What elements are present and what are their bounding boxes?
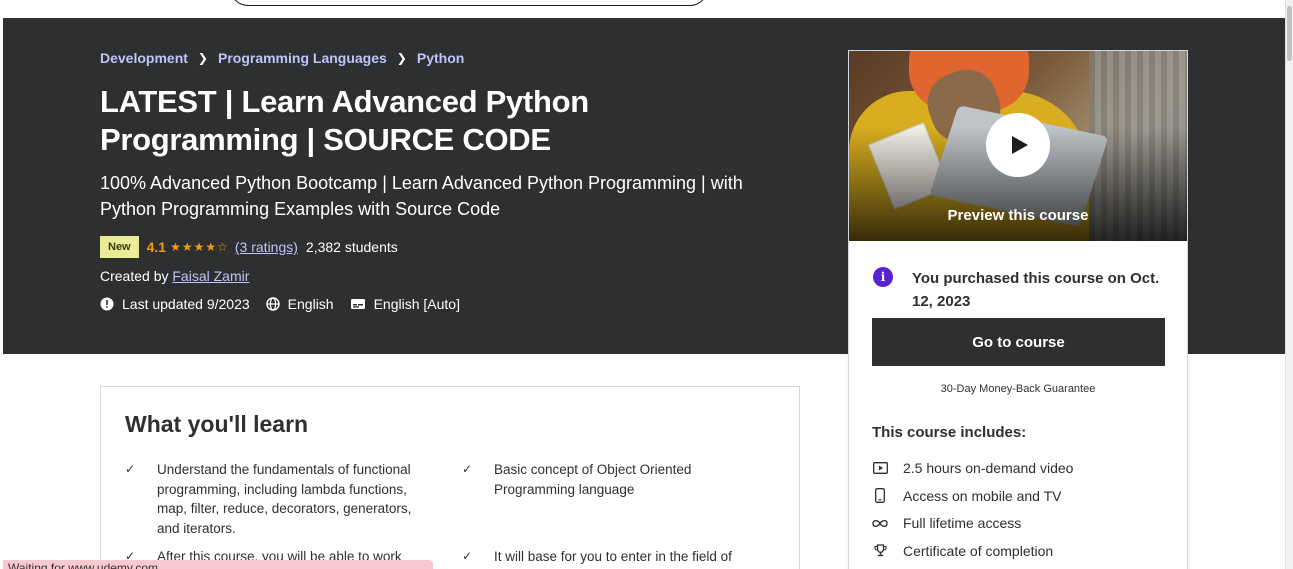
includes-item: Full lifetime access	[872, 509, 1073, 537]
learn-item: ✓ Understand the fundamentals of functio…	[125, 460, 435, 538]
last-updated: Last updated 9/2023	[100, 296, 250, 312]
purchased-notice: i You purchased this course on Oct. 12, …	[873, 267, 1163, 313]
author-link[interactable]: Faisal Zamir	[172, 268, 249, 284]
created-by: Created by Faisal Zamir	[100, 268, 249, 284]
learn-item-text: Basic concept of Object Oriented Program…	[494, 462, 692, 497]
purchased-text: You purchased this course on Oct. 12, 20…	[912, 270, 1160, 310]
scrollbar-thumb[interactable]	[1287, 6, 1292, 61]
star-rating-icon: ★★★★☆	[170, 240, 229, 254]
check-icon: ✓	[462, 462, 473, 476]
purchase-sidebar: Preview this course i You purchased this…	[848, 50, 1188, 569]
mobile-icon	[872, 488, 888, 503]
infinity-icon	[872, 519, 888, 528]
includes-list: 2.5 hours on-demand video Access on mobi…	[872, 454, 1073, 565]
course-page: Development ❯ Programming Languages ❯ Py…	[0, 0, 1293, 569]
chevron-right-icon: ❯	[197, 51, 208, 65]
includes-item-label: Full lifetime access	[903, 515, 1022, 532]
new-badge: New	[100, 236, 139, 258]
trophy-icon	[872, 544, 888, 557]
learn-title: What you'll learn	[125, 411, 309, 437]
course-subtitle: 100% Advanced Python Bootcamp | Learn Ad…	[100, 173, 743, 219]
includes-item-label: Access on mobile and TV	[903, 487, 1062, 504]
breadcrumb-python[interactable]: Python	[417, 50, 464, 66]
includes-item-label: Certificate of completion	[903, 542, 1054, 559]
includes-item: Access on mobile and TV	[872, 482, 1073, 510]
ratings-count-link[interactable]: (3 ratings)	[235, 239, 298, 255]
course-meta: Last updated 9/2023 English English [Aut…	[100, 296, 476, 312]
search-bar[interactable]	[230, 0, 708, 6]
captions-icon	[350, 299, 365, 309]
captions-text: English [Auto]	[373, 296, 460, 312]
go-to-course-button[interactable]: Go to course	[872, 318, 1165, 366]
browser-status-bar: Waiting for www.udemy.com...	[3, 560, 433, 569]
chevron-right-icon: ❯	[396, 51, 407, 65]
course-captions: English [Auto]	[350, 296, 460, 312]
created-by-label: Created by	[100, 268, 169, 284]
page-scrollbar[interactable]	[1285, 0, 1293, 569]
info-icon: i	[873, 267, 893, 287]
rating-value: 4.1	[146, 239, 167, 255]
rating-row: New 4.1 ★★★★☆ (3 ratings) 2,382 students	[100, 236, 398, 258]
breadcrumb-programming-languages[interactable]: Programming Languages	[218, 50, 387, 66]
check-icon: ✓	[125, 462, 136, 476]
play-button[interactable]	[986, 113, 1050, 177]
play-icon	[1012, 136, 1028, 154]
alert-badge-icon	[100, 297, 114, 311]
language-text: English	[287, 296, 334, 312]
course-language: English	[265, 296, 334, 312]
video-icon	[872, 461, 888, 474]
course-title: LATEST | Learn Advanced Python Programmi…	[100, 84, 589, 157]
includes-item: 2.5 hours on-demand video	[872, 454, 1073, 482]
header-bar	[0, 0, 1285, 18]
check-icon: ✓	[462, 549, 473, 563]
last-updated-text: Last updated 9/2023	[122, 296, 250, 312]
includes-item-label: 2.5 hours on-demand video	[903, 459, 1074, 476]
learn-item: ✓ Basic concept of Object Oriented Progr…	[462, 460, 762, 499]
breadcrumb: Development ❯ Programming Languages ❯ Py…	[100, 50, 464, 66]
includes-title: This course includes:	[872, 424, 1027, 441]
preview-label: Preview this course	[947, 207, 1089, 224]
what-youll-learn: What you'll learn ✓ Understand the funda…	[100, 386, 800, 569]
learn-item: ✓ It will base for you to enter in the f…	[462, 547, 762, 567]
money-back-guarantee: 30-Day Money-Back Guarantee	[940, 383, 1096, 395]
learn-item-text: Understand the fundamentals of functiona…	[157, 462, 412, 536]
learn-item-text: It will base for you to enter in the fie…	[494, 549, 732, 564]
breadcrumb-development[interactable]: Development	[100, 50, 188, 66]
course-preview[interactable]: Preview this course	[849, 51, 1187, 241]
includes-item: Certificate of completion	[872, 537, 1073, 565]
globe-icon	[265, 297, 280, 311]
students-count: 2,382 students	[305, 239, 398, 255]
